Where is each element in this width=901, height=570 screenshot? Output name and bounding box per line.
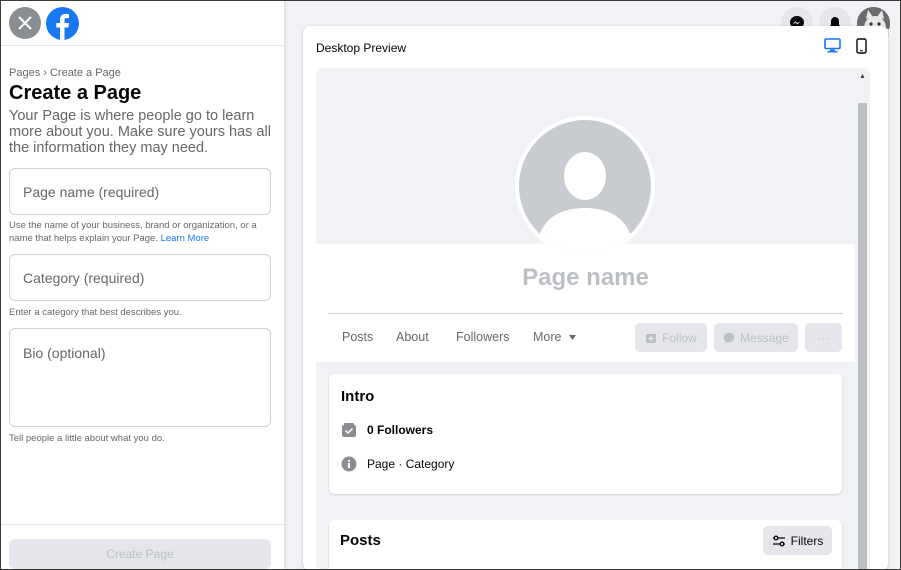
intro-box: Intro 0 Followers Page · Category: [329, 374, 842, 494]
create-page-panel: Pages › Create a Page Create a Page Your…: [1, 1, 284, 569]
caret-down-icon: [568, 335, 576, 341]
page-name-placeholder: Page name (required): [23, 184, 160, 200]
mobile-icon: [856, 38, 867, 54]
bio-input[interactable]: Bio (optional): [9, 328, 271, 427]
bio-help: Tell people a little about what you do.: [9, 433, 165, 444]
desktop-preview-toggle[interactable]: [824, 38, 841, 58]
category-help: Enter a category that best describes you…: [9, 307, 182, 318]
follow-button[interactable]: Follow: [635, 323, 707, 352]
preview-viewport: Page name Posts About Followers More Fol…: [316, 68, 870, 570]
messenger-icon-small: [723, 332, 735, 343]
follow-icon: [646, 333, 657, 343]
tab-more[interactable]: More: [533, 330, 576, 344]
scrollbar-thumb[interactable]: [858, 103, 867, 570]
category-row: Page · Category: [341, 456, 454, 472]
filters-button[interactable]: Filters: [763, 526, 832, 555]
close-icon: [18, 16, 32, 30]
info-icon: [341, 456, 357, 472]
preview-scrollbar[interactable]: ▲: [855, 68, 870, 570]
learn-more-link[interactable]: Learn More: [161, 233, 210, 244]
header-divider: [328, 313, 843, 314]
message-label: Message: [740, 330, 789, 345]
bio-placeholder: Bio (optional): [23, 345, 106, 361]
posts-box: Posts Filters: [329, 520, 842, 570]
category-input[interactable]: Category (required): [9, 254, 271, 301]
intro-title: Intro: [341, 388, 375, 405]
profile-picture: [515, 116, 655, 256]
tab-about[interactable]: About: [396, 330, 429, 344]
facebook-f-icon: [56, 13, 69, 40]
page-name-help-text: Use the name of your business, brand or …: [9, 220, 257, 244]
filters-icon: [772, 535, 785, 546]
followers-row: 0 Followers: [341, 422, 433, 438]
panel-topbar: [1, 1, 284, 46]
message-button[interactable]: Message: [714, 323, 798, 352]
bottom-bar: Create Page: [1, 524, 284, 569]
page-title: Create a Page: [9, 82, 142, 104]
preview-title: Desktop Preview: [316, 41, 407, 55]
tab-followers[interactable]: Followers: [456, 330, 510, 344]
preview-card: Desktop Preview Page name Posts About Fo…: [303, 26, 888, 570]
preview-page-name: Page name: [522, 264, 649, 291]
more-actions-button[interactable]: ···: [805, 323, 842, 352]
default-person-icon: [537, 152, 633, 252]
filters-label: Filters: [790, 533, 824, 548]
category-placeholder: Category (required): [23, 270, 145, 286]
page-category-text: Page · Category: [367, 457, 455, 471]
scroll-up-arrow-icon[interactable]: ▲: [859, 73, 866, 80]
close-button[interactable]: [9, 7, 41, 39]
followers-icon: [342, 423, 356, 437]
page-name-help: Use the name of your business, brand or …: [9, 219, 274, 245]
desktop-icon: [824, 38, 841, 53]
tab-posts[interactable]: Posts: [342, 330, 373, 344]
mobile-preview-toggle[interactable]: [856, 38, 867, 59]
facebook-logo[interactable]: [46, 7, 79, 40]
follow-label: Follow: [662, 330, 697, 345]
page-description: Your Page is where people go to learn mo…: [9, 108, 271, 156]
create-page-button[interactable]: Create Page: [9, 539, 271, 569]
posts-title: Posts: [340, 532, 381, 549]
tab-more-label: More: [533, 330, 562, 344]
page-name-input[interactable]: Page name (required): [9, 168, 271, 215]
followers-count: 0 Followers: [367, 423, 434, 437]
breadcrumb: Pages › Create a Page: [9, 67, 121, 79]
